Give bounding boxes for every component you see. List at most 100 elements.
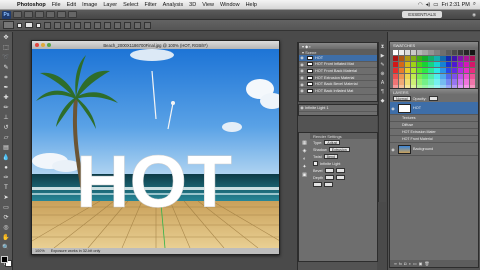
image-canvas[interactable]: HOT [32,49,279,248]
shadow-select[interactable]: Extrusion [328,147,350,152]
3d-camera-tool-icon[interactable]: ◎ [1,224,11,233]
zoom-window-button[interactable] [47,43,51,47]
color-swatch[interactable] [440,50,446,56]
color-swatch[interactable] [457,79,464,85]
auto-select-dropdown[interactable] [25,22,33,28]
color-swatches[interactable] [0,256,12,267]
auto-select-checkbox[interactable] [17,22,22,28]
color-swatch[interactable] [457,50,464,56]
brushes-panel-icon[interactable]: ✎ [379,62,386,69]
color-swatch[interactable] [422,61,428,68]
color-swatch[interactable] [404,55,411,62]
layer-sub-row[interactable]: Diffuse [390,122,478,129]
lasso-tool-icon[interactable]: ➰ [1,54,11,63]
color-swatch[interactable] [463,61,470,68]
3d-roll-button[interactable] [114,21,121,29]
color-swatch[interactable] [446,55,452,62]
color-swatch[interactable] [422,67,428,74]
camera-filter-icon[interactable]: ▣ [300,172,309,179]
color-swatch[interactable] [398,50,405,56]
color-swatch[interactable] [404,67,411,74]
show-transform-checkbox[interactable] [36,22,41,28]
battery-icon[interactable]: ▭ [433,2,438,8]
color-swatch[interactable] [422,79,428,85]
eyedropper-tool-icon[interactable]: ✒ [1,84,11,93]
color-swatch[interactable] [398,55,405,62]
quick-select-tool-icon[interactable]: ✎ [1,64,11,73]
adjustment-layer-icon[interactable]: ◑ [408,261,410,266]
color-swatch[interactable] [446,61,452,68]
twist-select[interactable]: Bend [323,154,339,159]
color-swatch[interactable] [446,79,452,85]
move-tool-icon[interactable]: ✥ [1,34,11,43]
character-panel-icon[interactable]: A [379,80,386,87]
clone-source-panel-icon[interactable]: ⊕ [379,71,386,78]
color-swatch[interactable] [457,61,464,68]
launch-bridge-button[interactable] [13,11,22,18]
light-filter-icon[interactable]: ✦ [300,164,309,171]
menu-analysis[interactable]: Analysis [160,2,186,8]
align-bottom-button[interactable] [64,21,71,29]
color-swatch[interactable] [463,73,470,79]
layer-style-icon[interactable]: fx [399,261,402,266]
brush-tool-icon[interactable]: ✏ [1,104,11,113]
layer-row[interactable]: ◉ HOT Extrusion Material [299,75,377,82]
color-swatch[interactable] [410,50,417,56]
color-swatch[interactable] [398,79,405,85]
menu-view[interactable]: View [199,2,217,8]
depth-field-1[interactable] [325,175,335,180]
color-swatch[interactable] [469,73,475,79]
color-swatch[interactable] [440,55,446,62]
color-swatch[interactable] [416,50,422,56]
color-swatch[interactable] [422,73,428,79]
color-swatch[interactable] [404,61,411,68]
color-swatch[interactable] [469,50,475,56]
3d-panel-icon[interactable]: ◆ [379,98,386,105]
render-type-select[interactable]: Adjust [324,140,341,145]
color-swatch[interactable] [410,73,417,79]
color-swatch[interactable] [457,55,464,62]
beach-scene-image[interactable]: HOT [32,49,279,248]
color-swatch[interactable] [393,50,399,56]
3d-slide-button[interactable] [134,21,141,29]
gradient-tool-icon[interactable]: ▤ [1,144,11,153]
actions-panel-icon[interactable]: ▶ [379,53,386,60]
color-swatch[interactable] [393,55,399,62]
zoom-readout[interactable]: 100% [35,249,45,253]
workspace-switcher[interactable]: ESSENTIALS [402,11,443,18]
layer-row[interactable]: ◉ Infinite Light 1 [299,105,377,112]
color-swatch[interactable] [393,73,399,79]
align-right-button[interactable] [94,21,101,29]
view-extras-button[interactable] [35,11,44,18]
color-swatch[interactable] [469,55,475,62]
layer-row[interactable]: ◉ HOT Back Bevel Material [299,81,377,88]
color-swatch[interactable] [463,50,470,56]
menu-select[interactable]: Select [120,2,141,8]
color-swatch[interactable] [416,73,422,79]
color-swatch[interactable] [416,67,422,74]
layer-row[interactable]: ◉ HOT Back Inflated Mat [299,88,377,95]
menu-window[interactable]: Window [217,2,243,8]
color-swatch[interactable] [434,55,440,62]
color-swatch[interactable] [428,73,434,79]
color-swatch[interactable] [434,61,440,68]
eraser-tool-icon[interactable]: ▱ [1,134,11,143]
cs-live-icon[interactable]: ◉ [472,12,476,18]
visibility-eye-icon[interactable]: ◉ [390,147,396,152]
3d-scale-button[interactable] [144,21,151,29]
blend-mode-select[interactable]: Normal [393,96,411,101]
color-swatch[interactable] [410,61,417,68]
menu-layer[interactable]: Layer [100,2,120,8]
color-swatch[interactable] [451,61,458,68]
color-swatch[interactable] [469,67,475,74]
color-swatch[interactable] [428,50,434,56]
menu-3d[interactable]: 3D [186,2,199,8]
color-swatch[interactable] [469,61,475,68]
align-center-button[interactable] [84,21,91,29]
color-swatch[interactable] [410,79,417,85]
color-swatch[interactable] [422,55,428,62]
color-swatch[interactable] [416,79,422,85]
color-swatch[interactable] [451,55,458,62]
add-mask-icon[interactable]: ◘ [404,261,406,266]
spotlight-icon[interactable]: ⌕ [473,1,476,8]
